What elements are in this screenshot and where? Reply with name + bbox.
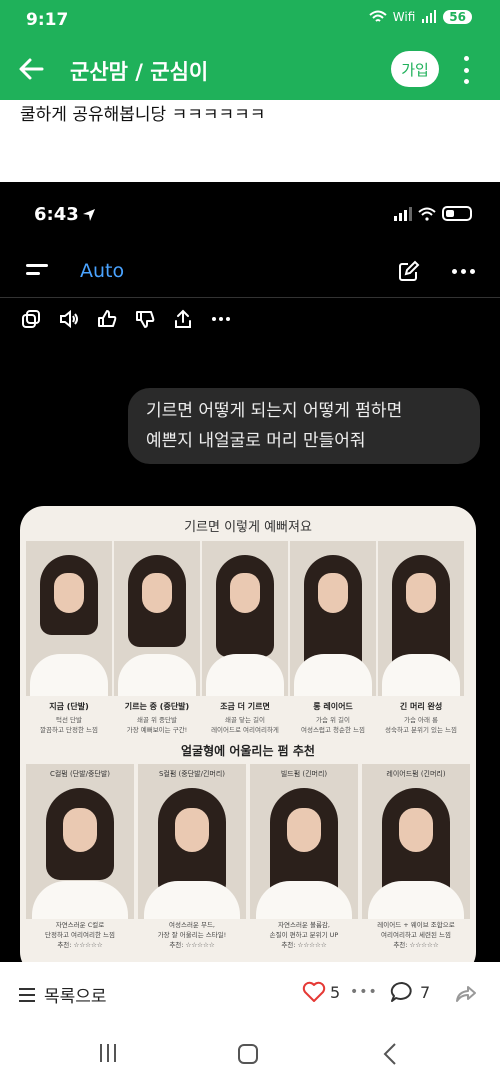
- comment-icon: [390, 981, 412, 1002]
- list-icon: [19, 987, 35, 1002]
- nav-back-icon[interactable]: [380, 1042, 400, 1066]
- share-post-icon[interactable]: [454, 982, 478, 1006]
- card-title: 기르면 이렇게 예뻐져요: [184, 520, 312, 535]
- list-label: 목록으로: [44, 987, 107, 1007]
- stage-caption: 조금 더 기르면 쇄골 닿는 길이 레이어드로 여리여리하게: [211, 702, 279, 734]
- post-image[interactable]: 6:43 Auto 기르면 어떻게 되는지 어떻게 펌하면 예쁜지 내얼굴로 머…: [0, 182, 500, 962]
- copy-icon[interactable]: [20, 308, 42, 330]
- app-bar: 군산맘 / 군심이 가입: [0, 40, 500, 100]
- portrait-photo: [114, 541, 200, 696]
- post-text: 쿨하게 공유해봅니당 ㅋㅋㅋㅋㅋㅋ: [20, 105, 266, 125]
- perm-caption: 레이어드 + 웨이브 조합으로 여리여리하고 세련된 느낌 추천: ☆☆☆☆☆: [377, 921, 455, 949]
- perm-photo: C컬펌 (단발/중단발): [26, 764, 134, 919]
- battery-indicator: 56: [443, 10, 472, 24]
- user-message-bubble: 기르면 어떻게 되는지 어떻게 펌하면 예쁜지 내얼굴로 머리 만들어줘: [128, 388, 480, 464]
- more-actions-icon[interactable]: [210, 308, 232, 330]
- growth-stage-captions: 지금 (단발) 턱선 단발 깔끔하고 단정한 느낌 기르는 중 (중단발) 쇄골 위 …: [26, 701, 464, 735]
- wifi-icon: [369, 10, 387, 22]
- home-icon[interactable]: [238, 1044, 258, 1064]
- system-nav-bar: [0, 1024, 500, 1083]
- message-line: 기르면 어떻게 되는지 어떻게 펌하면: [146, 401, 403, 421]
- comment-count: 7: [420, 982, 431, 1002]
- list-button[interactable]: 목록으로: [18, 982, 107, 1007]
- network-label: Wifi: [392, 10, 416, 24]
- signal-icon: [422, 10, 437, 23]
- perm-caption: 여성스러운 무드, 가장 잘 어울리는 스타일! 추천: ☆☆☆☆☆: [157, 921, 227, 949]
- model-selector[interactable]: Auto: [80, 260, 124, 282]
- chat-more-icon[interactable]: [452, 269, 475, 274]
- embedded-battery-icon: [442, 206, 472, 221]
- perm-captions: 자연스러운 C컬로 단정하고 여리여리한 느낌 추천: ☆☆☆☆☆ 여성스러운 무드…: [26, 920, 470, 950]
- portrait-photo: [26, 541, 112, 696]
- hamburger-icon[interactable]: [26, 264, 48, 280]
- location-arrow-icon: [83, 209, 95, 221]
- perm-photos: C컬펌 (단발/중단발) S컬펌 (중단발/긴머리) 빌드펌 (긴머리) 레이어…: [26, 764, 470, 919]
- message-line: 예쁜지 내얼굴로 머리 만들어줘: [146, 431, 366, 451]
- portrait-photo: [290, 541, 376, 696]
- chat-header: Auto: [0, 252, 500, 298]
- thumbs-up-icon[interactable]: [96, 308, 118, 330]
- comment-button[interactable]: 7: [390, 981, 430, 1003]
- hairstyle-image-card[interactable]: 기르면 이렇게 예뻐져요 지금 (단발) 턱선 단발 깔끔하고 단정한 느낌 기르는…: [20, 506, 476, 962]
- perm-photo: S컬펌 (중단발/긴머리): [138, 764, 246, 919]
- embedded-status-time: 6:43: [34, 204, 79, 225]
- embedded-status-icons: [394, 206, 472, 221]
- new-chat-icon[interactable]: [396, 260, 420, 284]
- stage-caption: 롱 레이어드 가슴 위 길이 여성스럽고 청순한 느낌: [301, 702, 365, 734]
- portrait-photo: [378, 541, 464, 696]
- stage-caption: 지금 (단발) 턱선 단발 깔끔하고 단정한 느낌: [40, 702, 98, 734]
- embedded-signal-icon: [394, 206, 412, 221]
- speaker-icon[interactable]: [58, 308, 80, 330]
- like-count: 5: [330, 982, 341, 1002]
- embedded-wifi-icon: [418, 207, 436, 221]
- thumbs-down-icon[interactable]: [134, 308, 156, 330]
- more-menu-icon[interactable]: [458, 56, 474, 84]
- like-more-icon[interactable]: •••: [350, 984, 378, 1000]
- perm-caption: 자연스러운 볼륨감, 손질이 편하고 분위기 UP 추천: ☆☆☆☆☆: [269, 921, 339, 949]
- perm-caption: 자연스러운 C컬로 단정하고 여리여리한 느낌 추천: ☆☆☆☆☆: [45, 921, 115, 949]
- perm-photo: 빌드펌 (긴머리): [250, 764, 358, 919]
- join-button[interactable]: 가입: [391, 51, 439, 87]
- growth-stage-photos: [26, 541, 464, 696]
- portrait-photo: [202, 541, 288, 696]
- post-bottom-bar: 목록으로 5 ••• 7: [0, 962, 500, 1024]
- like-button[interactable]: 5: [302, 981, 340, 1003]
- recent-apps-icon[interactable]: [100, 1044, 116, 1062]
- back-arrow-icon[interactable]: [16, 54, 46, 84]
- status-time: 9:17: [26, 10, 69, 30]
- stage-caption: 긴 머리 완성 가슴 아래 롱 성숙하고 분위기 있는 느낌: [385, 702, 457, 734]
- status-icons: Wifi 56: [369, 10, 472, 24]
- message-actions: [20, 308, 232, 330]
- status-bar: 9:17 Wifi 56: [0, 0, 500, 40]
- cafe-title: 군산맘 / 군심이: [70, 60, 209, 84]
- perm-section-title: 얼굴형에 어울리는 펌 추천: [181, 744, 315, 758]
- stage-caption: 기르는 중 (중단발) 쇄골 위 중단발 가장 예뻐보이는 구간!: [124, 702, 190, 734]
- share-icon[interactable]: [172, 308, 194, 330]
- perm-photo: 레이어드펌 (긴머리): [362, 764, 470, 919]
- heart-icon: [302, 981, 326, 1002]
